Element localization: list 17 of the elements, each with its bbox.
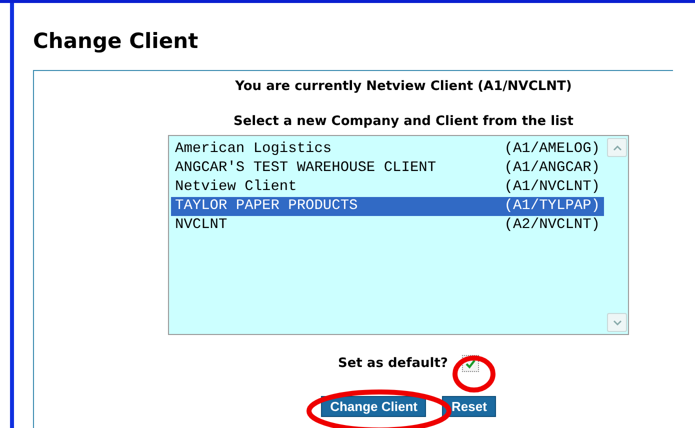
chevron-up-icon	[612, 144, 622, 150]
client-option[interactable]: American Logistics (A1/AMELOG)	[171, 140, 604, 159]
default-label: Set as default?	[338, 356, 448, 371]
client-option[interactable]: NVCLNT (A2/NVCLNT)	[171, 216, 604, 235]
instruction-text: Select a new Company and Client from the list	[233, 114, 574, 129]
change-client-button[interactable]: Change Client	[321, 396, 426, 417]
client-list[interactable]: American Logistics (A1/AMELOG) ANGCAR'S TEST WAREHOUSE CLIENT (A1/ANGCAR) Netview Client (A1/NVCLNT) TAYLOR PAPER PRODUCTS (A1/TYLPAP) NVCLNT (A2/NVCLNT)	[168, 135, 629, 335]
client-option[interactable]: TAYLOR PAPER PRODUCTS (A1/TYLPAP)	[171, 197, 604, 216]
scroll-down-button[interactable]	[607, 313, 627, 332]
reset-button[interactable]: Reset	[442, 396, 496, 417]
client-option[interactable]: Netview Client (A1/NVCLNT)	[171, 178, 604, 197]
chevron-down-icon	[612, 320, 622, 326]
client-option[interactable]: ANGCAR'S TEST WAREHOUSE CLIENT (A1/ANGCAR)	[171, 159, 604, 178]
page-title: Change Client	[33, 28, 198, 55]
current-client-text: You are currently Netview Client (A1/NVCLNT)	[235, 79, 572, 94]
scroll-up-button[interactable]	[607, 138, 627, 157]
checkmark-icon	[464, 358, 476, 368]
